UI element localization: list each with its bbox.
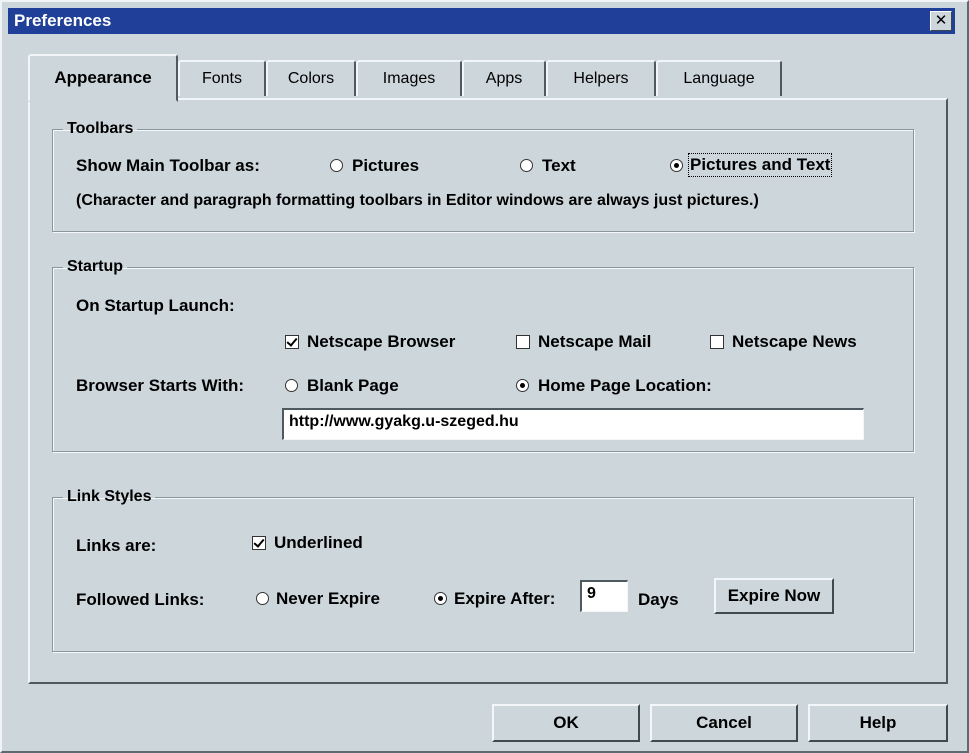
toolbars-group: Toolbars bbox=[52, 120, 914, 232]
browser-starts-with-label: Browser Starts With: bbox=[76, 376, 244, 395]
close-icon: ✕ bbox=[934, 12, 948, 29]
tab-appearance[interactable]: Appearance bbox=[28, 54, 178, 102]
toolbars-legend: Toolbars bbox=[67, 120, 134, 137]
startup-legend: Startup bbox=[67, 258, 123, 275]
show-toolbar-label: Show Main Toolbar as: bbox=[76, 156, 260, 175]
launch-news-label[interactable]: Netscape News bbox=[732, 332, 857, 352]
blank-page-radio[interactable] bbox=[285, 379, 298, 392]
startup-launch-label: On Startup Launch: bbox=[76, 296, 235, 315]
underlined-checkbox[interactable] bbox=[252, 536, 266, 550]
appearance-panel: Toolbars Show Main Toolbar as: Pictures … bbox=[28, 98, 948, 684]
tab-images[interactable]: Images bbox=[356, 60, 462, 96]
never-expire-radio[interactable] bbox=[256, 592, 269, 605]
expire-now-button[interactable]: Expire Now bbox=[714, 578, 834, 614]
toolbar-note: (Character and paragraph formatting tool… bbox=[76, 192, 759, 209]
help-button[interactable]: Help bbox=[808, 704, 948, 742]
tab-language[interactable]: Language bbox=[656, 60, 782, 96]
home-page-label[interactable]: Home Page Location: bbox=[538, 376, 712, 396]
launch-browser-checkbox[interactable] bbox=[285, 335, 299, 349]
days-label: Days bbox=[638, 590, 679, 609]
window-title: Preferences bbox=[14, 11, 112, 30]
toolbar-text-radio[interactable] bbox=[520, 159, 533, 172]
tab-colors[interactable]: Colors bbox=[266, 60, 356, 96]
cancel-button[interactable]: Cancel bbox=[650, 704, 798, 742]
preferences-dialog: Preferences ✕ Appearance Fonts Colors Im… bbox=[0, 0, 969, 753]
launch-browser-label[interactable]: Netscape Browser bbox=[307, 332, 455, 352]
expire-days-input[interactable]: 9 bbox=[580, 580, 628, 612]
home-page-radio[interactable] bbox=[516, 379, 529, 392]
link-styles-legend: Link Styles bbox=[67, 488, 152, 505]
expire-after-radio[interactable] bbox=[434, 592, 447, 605]
link-styles-group: Link Styles bbox=[52, 488, 914, 652]
launch-mail-label[interactable]: Netscape Mail bbox=[538, 332, 651, 352]
tab-fonts[interactable]: Fonts bbox=[178, 60, 266, 96]
links-are-label: Links are: bbox=[76, 536, 157, 555]
followed-links-label: Followed Links: bbox=[76, 590, 205, 609]
launch-mail-checkbox[interactable] bbox=[516, 335, 530, 349]
never-expire-label[interactable]: Never Expire bbox=[276, 589, 380, 609]
toolbar-pictures-label[interactable]: Pictures bbox=[352, 156, 419, 176]
blank-page-label[interactable]: Blank Page bbox=[307, 376, 399, 396]
toolbar-pictures-radio[interactable] bbox=[330, 159, 343, 172]
toolbar-pictures-and-text-radio[interactable] bbox=[670, 159, 683, 172]
underlined-label[interactable]: Underlined bbox=[274, 533, 363, 553]
tab-helpers[interactable]: Helpers bbox=[546, 60, 656, 96]
home-page-url-input[interactable]: http://www.gyakg.u-szeged.hu bbox=[282, 408, 864, 440]
expire-after-label[interactable]: Expire After: bbox=[454, 589, 555, 609]
toolbar-text-label[interactable]: Text bbox=[542, 156, 576, 176]
ok-button[interactable]: OK bbox=[492, 704, 640, 742]
launch-news-checkbox[interactable] bbox=[710, 335, 724, 349]
toolbar-pictures-and-text-label[interactable]: Pictures and Text bbox=[687, 153, 833, 177]
close-button[interactable]: ✕ bbox=[930, 11, 952, 31]
title-bar: Preferences ✕ bbox=[8, 8, 955, 34]
tab-apps[interactable]: Apps bbox=[462, 60, 546, 96]
